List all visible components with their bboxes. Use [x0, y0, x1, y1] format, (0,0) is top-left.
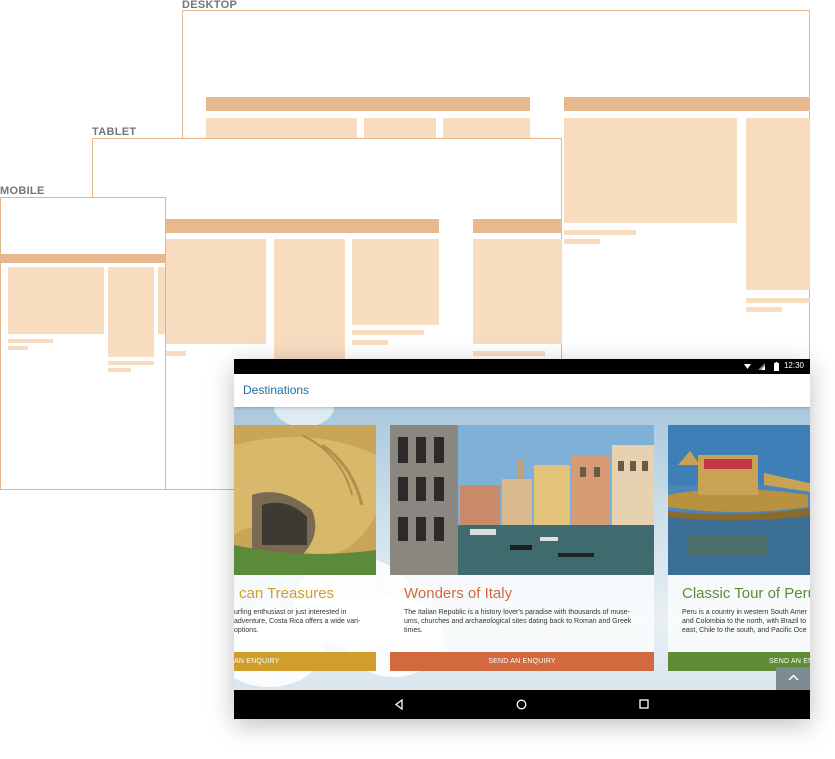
- tablet-text-line: [352, 340, 388, 345]
- card-description: The Italian Republic is a history lover'…: [404, 609, 632, 634]
- wifi-icon: [744, 364, 751, 369]
- desktop-card-large: [564, 118, 737, 223]
- destination-card-peru: Classic Tour of Peru Peru is a country i…: [668, 425, 810, 671]
- destination-card-costa-rica: can Treasures urfing enthusiast or just …: [234, 425, 376, 671]
- reed-boat-photo: [668, 425, 810, 575]
- desktop-text-line: [746, 298, 810, 303]
- app-bar: Destinations: [234, 374, 810, 407]
- cave-photo: [234, 425, 376, 575]
- back-icon[interactable]: [394, 699, 404, 710]
- status-time: 12:30: [783, 361, 804, 370]
- signal-icon: [758, 363, 765, 370]
- desktop-text-line: [564, 230, 636, 235]
- venice-photo: [390, 425, 654, 575]
- mobile-card: [8, 267, 104, 334]
- app-title: Destinations: [243, 383, 310, 397]
- tablet-screen: 12:30 Destinations can Treasures urfing …: [234, 359, 810, 719]
- mobile-card-tall: [108, 267, 154, 357]
- mobile-text-line: [108, 361, 154, 365]
- tablet-card-tall: [274, 239, 345, 359]
- card-image-italy: [390, 425, 654, 575]
- navigation-bar: [234, 690, 810, 719]
- tablet-card: [352, 239, 439, 325]
- card-description: Peru is a country in western South Amer …: [682, 609, 807, 634]
- tablet-text-line: [352, 330, 424, 335]
- tablet-text-line: [166, 351, 186, 356]
- mobile-header-bar: [1, 254, 165, 263]
- card-image-costa-rica: [234, 425, 376, 575]
- desktop-header-bar-right: [564, 97, 810, 111]
- mobile-card-partial: [158, 267, 165, 334]
- send-enquiry-button[interactable]: SEND AN ENQUIRY: [390, 652, 654, 671]
- desktop-text-line: [746, 307, 782, 312]
- tablet-label: TABLET: [92, 126, 137, 138]
- tablet-text-line: [473, 351, 545, 356]
- desktop-text-line: [564, 239, 600, 244]
- chevron-up-icon: [788, 674, 799, 681]
- home-icon[interactable]: [516, 699, 527, 710]
- recents-icon[interactable]: [639, 699, 649, 709]
- mobile-label: MOBILE: [0, 185, 45, 197]
- card-title: Classic Tour of Peru: [682, 585, 810, 602]
- destination-card-italy: Wonders of Italy The Italian Republic is…: [390, 425, 654, 671]
- tablet-header-bar-left: [166, 219, 439, 233]
- scroll-top-button[interactable]: [776, 667, 810, 690]
- desktop-header-bar-left: [206, 97, 530, 111]
- tablet-card: [473, 239, 562, 344]
- card-title: can Treasures: [239, 585, 335, 602]
- tablet-header-bar-right: [473, 219, 562, 233]
- desktop-card-tall: [746, 118, 810, 290]
- card-title: Wonders of Italy: [404, 585, 513, 602]
- send-enquiry-button[interactable]: AN ENQUIRY: [234, 652, 376, 671]
- card-description: urfing enthusiast or just interested in …: [234, 609, 361, 634]
- mobile-text-line: [8, 346, 28, 350]
- mobile-text-line: [108, 368, 131, 372]
- mobile-text-line: [8, 339, 53, 343]
- card-image-peru: [668, 425, 810, 575]
- tablet-card: [166, 239, 266, 344]
- battery-icon: [774, 362, 779, 371]
- status-bar: 12:30: [234, 359, 810, 374]
